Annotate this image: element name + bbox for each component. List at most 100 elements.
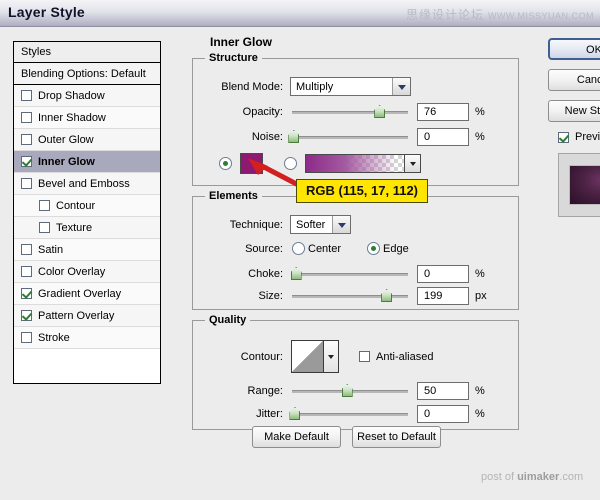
style-row-inner-shadow[interactable]: Inner Shadow — [14, 107, 160, 129]
technique-select[interactable]: Softer — [290, 215, 351, 234]
style-checkbox[interactable] — [21, 332, 32, 343]
style-row-inner-glow[interactable]: Inner Glow — [14, 151, 160, 173]
noise-slider[interactable] — [292, 130, 408, 144]
fill-gradient-radio[interactable] — [284, 157, 297, 170]
style-row-color-overlay[interactable]: Color Overlay — [14, 261, 160, 283]
opacity-slider[interactable] — [292, 105, 408, 119]
style-label: Color Overlay — [38, 266, 105, 278]
size-label: Size: — [207, 290, 283, 302]
glow-gradient-picker[interactable] — [305, 154, 421, 173]
source-center-label: Center — [308, 243, 341, 255]
noise-unit: % — [475, 131, 485, 143]
glow-color-swatch[interactable] — [240, 153, 263, 174]
jitter-slider[interactable] — [292, 407, 408, 421]
style-checkbox[interactable] — [21, 90, 32, 101]
source-center-radio[interactable] — [292, 242, 305, 255]
opacity-label: Opacity: — [207, 106, 283, 118]
styles-panel: Styles Blending Options: Default Drop Sh… — [13, 41, 161, 384]
size-slider[interactable] — [292, 289, 408, 303]
choke-slider[interactable] — [292, 267, 408, 281]
jitter-unit: % — [475, 408, 485, 420]
range-slider-thumb[interactable] — [342, 384, 353, 397]
watermark-bottom-suffix: .com — [559, 471, 583, 483]
style-row-outer-glow[interactable]: Outer Glow — [14, 129, 160, 151]
inner-glow-title: Inner Glow — [205, 35, 277, 49]
jitter-input[interactable]: 0 — [417, 405, 469, 423]
noise-slider-thumb[interactable] — [288, 130, 299, 143]
blend-mode-label: Blend Mode: — [207, 81, 283, 93]
reset-to-default-button[interactable]: Reset to Default — [352, 426, 441, 448]
style-label: Bevel and Emboss — [38, 178, 130, 190]
gradient-chevron-down-icon[interactable] — [405, 154, 421, 173]
glow-fill-row — [219, 153, 421, 174]
blend-mode-row: Blend Mode: Multiply — [207, 77, 411, 96]
range-slider[interactable] — [292, 384, 408, 398]
blend-mode-value: Multiply — [291, 81, 392, 93]
make-default-button[interactable]: Make Default — [252, 426, 341, 448]
style-label: Stroke — [38, 332, 70, 344]
style-label: Texture — [56, 222, 92, 234]
opacity-slider-thumb[interactable] — [374, 105, 385, 118]
style-row-drop-shadow[interactable]: Drop Shadow — [14, 85, 160, 107]
style-checkbox[interactable] — [21, 244, 32, 255]
style-row-satin[interactable]: Satin — [14, 239, 160, 261]
size-input[interactable]: 199 — [417, 287, 469, 305]
style-checkbox[interactable] — [21, 266, 32, 277]
jitter-slider-thumb[interactable] — [289, 407, 300, 420]
style-row-texture[interactable]: Texture — [14, 217, 160, 239]
anti-aliased-checkbox[interactable] — [359, 351, 370, 362]
source-center-option[interactable]: Center — [292, 242, 341, 255]
watermark-top-cn: 思缘设计论坛 — [406, 8, 484, 22]
contour-row: Contour: Anti-aliased — [207, 340, 433, 373]
choke-input[interactable]: 0 — [417, 265, 469, 283]
jitter-label: Jitter: — [207, 408, 283, 420]
opacity-row: Opacity: 76 % — [207, 103, 485, 121]
source-edge-radio[interactable] — [367, 242, 380, 255]
anti-aliased-label: Anti-aliased — [376, 351, 433, 363]
source-edge-option[interactable]: Edge — [367, 242, 409, 255]
style-row-pattern-overlay[interactable]: Pattern Overlay — [14, 305, 160, 327]
blend-mode-select[interactable]: Multiply — [290, 77, 411, 96]
ok-button[interactable]: OK — [548, 38, 600, 60]
range-row: Range: 50 % — [207, 382, 485, 400]
contour-chevron-down-icon[interactable] — [324, 340, 339, 373]
noise-input[interactable]: 0 — [417, 128, 469, 146]
style-checkbox[interactable] — [21, 112, 32, 123]
style-checkbox[interactable] — [39, 222, 50, 233]
chevron-down-icon[interactable] — [392, 78, 410, 95]
preview-checkbox[interactable] — [558, 132, 569, 143]
style-checkbox[interactable] — [21, 178, 32, 189]
watermark-top-en: WWW.MISSYUAN.COM — [488, 11, 594, 21]
cancel-button[interactable]: Cancel — [548, 69, 600, 91]
contour-picker[interactable] — [291, 340, 339, 373]
style-row-gradient-overlay[interactable]: Gradient Overlay — [14, 283, 160, 305]
technique-chevron-down-icon[interactable] — [332, 216, 350, 233]
style-label: Gradient Overlay — [38, 288, 121, 300]
preview-option[interactable]: Preview — [558, 131, 600, 143]
blending-options-row[interactable]: Blending Options: Default — [14, 63, 160, 85]
anti-aliased-option[interactable]: Anti-aliased — [359, 351, 433, 363]
choke-slider-thumb[interactable] — [291, 267, 302, 280]
noise-row: Noise: 0 % — [207, 128, 485, 146]
default-buttons: Make Default Reset to Default — [252, 426, 441, 448]
style-checkbox[interactable] — [21, 134, 32, 145]
style-checkbox[interactable] — [21, 288, 32, 299]
size-slider-thumb[interactable] — [381, 289, 392, 302]
glow-gradient-preview[interactable] — [305, 154, 405, 173]
style-row-stroke[interactable]: Stroke — [14, 327, 160, 349]
watermark-top: 思缘设计论坛 WWW.MISSYUAN.COM — [406, 6, 594, 23]
range-input[interactable]: 50 — [417, 382, 469, 400]
style-label: Inner Glow — [38, 156, 95, 168]
fill-color-radio[interactable] — [219, 157, 232, 170]
source-edge-label: Edge — [383, 243, 409, 255]
style-checkbox[interactable] — [21, 156, 32, 167]
opacity-input[interactable]: 76 — [417, 103, 469, 121]
style-row-contour[interactable]: Contour — [14, 195, 160, 217]
style-checkbox[interactable] — [39, 200, 50, 211]
style-checkbox[interactable] — [21, 310, 32, 321]
contour-preview-icon[interactable] — [291, 340, 324, 373]
style-row-bevel-and-emboss[interactable]: Bevel and Emboss — [14, 173, 160, 195]
new-style-button[interactable]: New Style... — [548, 100, 600, 122]
styles-list: Drop ShadowInner ShadowOuter Glow Inner G… — [14, 85, 160, 349]
technique-label: Technique: — [207, 219, 283, 231]
